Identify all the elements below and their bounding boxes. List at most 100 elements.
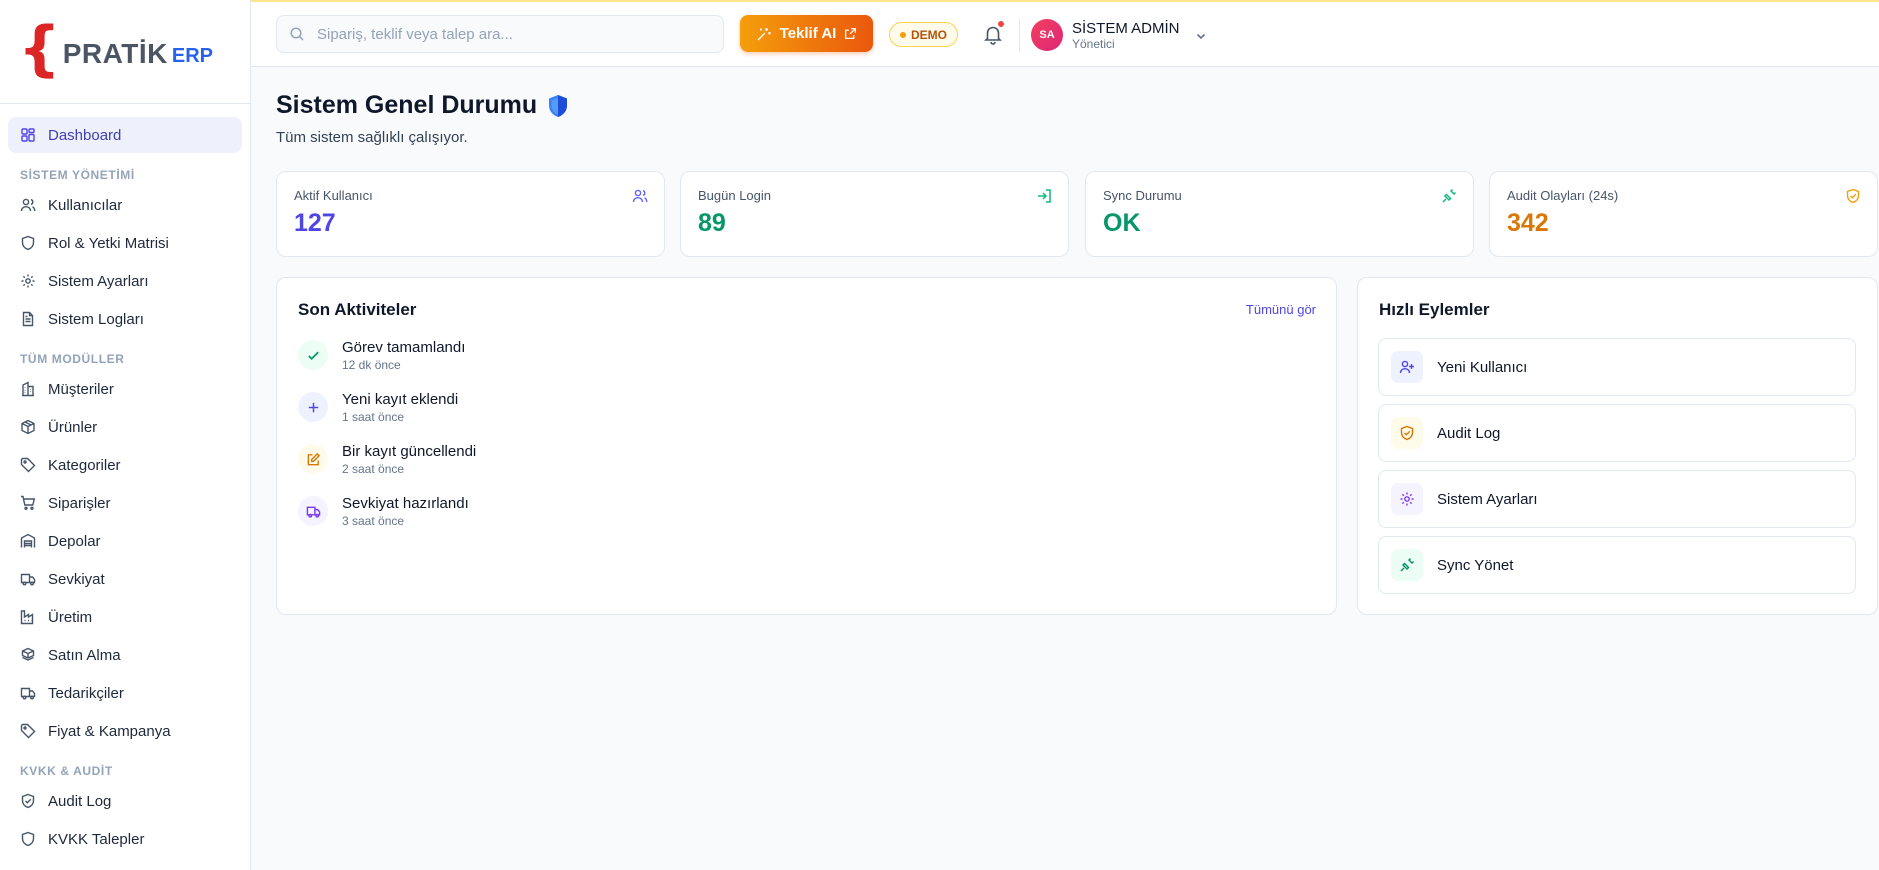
demo-badge: DEMO [889, 22, 958, 47]
sidebar-item-label: KVKK Talepler [48, 830, 145, 848]
gear-icon [1400, 492, 1414, 506]
sidebar-item-production[interactable]: Üretim [8, 599, 242, 635]
gear-icon [21, 274, 35, 288]
sidebar-item-categories[interactable]: Kategoriler [8, 447, 242, 483]
search-icon [290, 27, 304, 41]
plug-icon [1442, 188, 1457, 203]
stat-card-today-login: Bugün Login 89 [680, 171, 1069, 257]
external-link-icon [845, 27, 857, 40]
activity-title: Yeni kayıt eklendi [342, 391, 459, 408]
tag-icon [20, 457, 36, 473]
sidebar-item-label: Ürünler [48, 418, 98, 436]
quick-action-sync-manage[interactable]: Sync Yönet [1378, 536, 1856, 594]
notifications-button[interactable] [982, 20, 1005, 45]
quick-actions-card: Hızlı Eylemler Yeni Kullanıcı Audit Log … [1357, 277, 1878, 615]
shield-emoji-icon [549, 94, 568, 117]
logo-word: PRATİK [62, 37, 168, 69]
sidebar-item-pricing[interactable]: Fiyat & Kampanya [8, 713, 242, 749]
plus-icon [308, 402, 318, 412]
page-subtitle: Tüm sistem sağlıklı çalışıyor. [276, 129, 468, 146]
tag-icon [20, 723, 36, 739]
sidebar-item-kvkk[interactable]: KVKK Talepler [8, 821, 242, 857]
stat-value: 342 [1507, 209, 1549, 237]
users-icon [20, 198, 36, 212]
list-item: Yeni kayıt eklendi 1 saat önce [298, 390, 476, 442]
shield-icon [21, 235, 35, 251]
sidebar-section-title: TÜM MODÜLLER [20, 352, 125, 366]
logo-brace: { [18, 13, 61, 84]
quick-action-new-user[interactable]: Yeni Kullanıcı [1378, 338, 1856, 396]
stat-value: 89 [698, 209, 726, 237]
notification-dot [997, 20, 1005, 28]
users-icon [632, 189, 648, 203]
quick-action-label: Yeni Kullanıcı [1437, 358, 1528, 376]
activity-icon-wrap [298, 340, 328, 370]
list-item: Sevkiyat hazırlandı 3 saat önce [298, 494, 476, 546]
sidebar-item-roles[interactable]: Rol & Yetki Matrisi [8, 225, 242, 261]
stat-label: Audit Olayları (24s) [1507, 188, 1619, 203]
list-item: Bir kayıt güncellendi 2 saat önce [298, 442, 476, 494]
activity-icon-wrap [298, 496, 328, 526]
sidebar-item-users[interactable]: Kullanıcılar [8, 187, 242, 223]
building-icon [22, 381, 34, 397]
sidebar-item-shipping[interactable]: Sevkiyat [8, 561, 242, 597]
teklif-ai-button[interactable]: Teklif AI [740, 15, 873, 52]
quick-action-icon-wrap [1391, 549, 1423, 581]
page-title: Sistem Genel Durumu [276, 91, 538, 119]
sidebar-item-label: Fiyat & Kampanya [48, 722, 171, 740]
truck-icon [20, 687, 36, 700]
activity-time: 3 saat önce [342, 514, 405, 528]
user-menu[interactable]: SA SİSTEM ADMİN Yönetici [1031, 19, 1208, 51]
sidebar-item-customers[interactable]: Müşteriler [8, 371, 242, 407]
see-all-link[interactable]: Tümünü gör [1246, 302, 1316, 317]
topbar: Teklif AI DEMO SA SİSTEM ADMİN Yönetici [251, 0, 1879, 67]
stats-row: Aktif Kullanıcı 127 Bugün Login 89 Sync … [276, 171, 1878, 257]
recent-activities-card: Son Aktiviteler Tümünü gör Görev tamamla… [276, 277, 1337, 615]
quick-action-icon-wrap [1391, 351, 1423, 383]
user-role: Yönetici [1072, 36, 1115, 51]
boxes-icon [21, 647, 35, 661]
teklif-ai-label: Teklif AI [779, 25, 837, 42]
sidebar-item-logs[interactable]: Sistem Logları [8, 301, 242, 337]
activity-list: Görev tamamlandı 12 dk önce Yeni kayıt e… [298, 338, 476, 546]
activity-time: 12 dk önce [342, 358, 401, 372]
list-item: Görev tamamlandı 12 dk önce [298, 338, 476, 390]
package-icon [21, 419, 35, 435]
warehouse-icon [20, 533, 36, 548]
activity-icon-wrap [298, 392, 328, 422]
sidebar-item-orders[interactable]: Siparişler [8, 485, 242, 521]
avatar: SA [1031, 19, 1063, 51]
sidebar-item-settings[interactable]: Sistem Ayarları [8, 263, 242, 299]
activity-title: Sevkiyat hazırlandı [342, 495, 469, 512]
factory-icon [20, 610, 34, 625]
grid-icon [21, 128, 35, 142]
sidebar-item-audit-log[interactable]: Audit Log [8, 783, 242, 819]
stat-card-audit-events: Audit Olayları (24s) 342 [1489, 171, 1878, 257]
topbar-divider [1019, 18, 1020, 52]
sidebar-item-label: Siparişler [48, 494, 111, 512]
sidebar-item-purchasing[interactable]: Satın Alma [8, 637, 242, 673]
activity-title: Görev tamamlandı [342, 339, 466, 356]
user-plus-icon [1399, 360, 1414, 374]
demo-label: DEMO [911, 27, 947, 42]
check-icon [307, 351, 319, 360]
chevron-down-icon [1196, 33, 1205, 40]
sidebar-item-suppliers[interactable]: Tedarikçiler [8, 675, 242, 711]
sidebar-item-products[interactable]: Ürünler [8, 409, 242, 445]
stat-label: Aktif Kullanıcı [294, 188, 373, 203]
brand-logo[interactable]: { PRATİK ERP [0, 0, 250, 104]
sidebar-item-dashboard[interactable]: Dashboard [8, 117, 242, 153]
sidebar-item-warehouses[interactable]: Depolar [8, 523, 242, 559]
sidebar-item-label: Sistem Ayarları [48, 272, 149, 290]
quick-action-system-settings[interactable]: Sistem Ayarları [1378, 470, 1856, 528]
sidebar-item-label: Depolar [48, 532, 101, 550]
sidebar-item-label: Dashboard [48, 126, 122, 144]
shield-check-icon [1400, 425, 1414, 441]
search-box[interactable] [276, 15, 724, 53]
search-input[interactable] [317, 25, 697, 43]
sidebar-item-label: Rol & Yetki Matrisi [48, 234, 169, 252]
shield-icon [21, 831, 35, 847]
quick-action-audit-log[interactable]: Audit Log [1378, 404, 1856, 462]
stat-value: OK [1103, 209, 1141, 237]
sidebar-item-label: Üretim [48, 608, 93, 626]
